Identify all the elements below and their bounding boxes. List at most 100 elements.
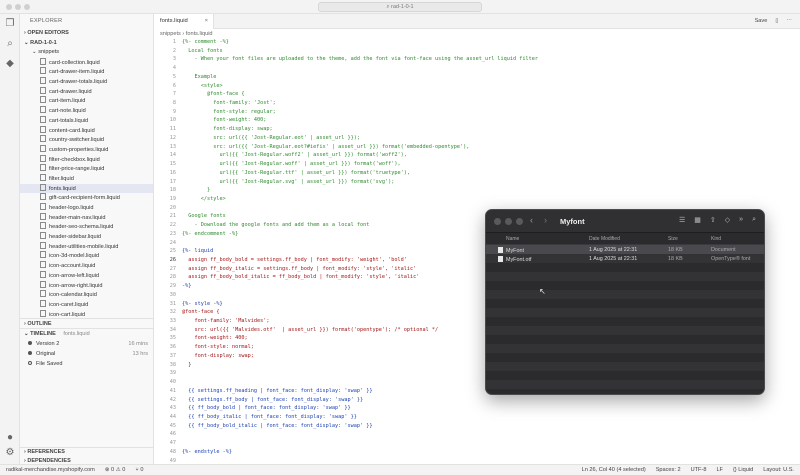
breadcrumb[interactable]: snippets › fonts.liquid bbox=[154, 29, 800, 39]
code-line[interactable]: url({{ 'Jost-Regular.woff2' | asset_url … bbox=[182, 152, 406, 158]
code-line[interactable]: assign ff_body_bold = settings.ff_body |… bbox=[182, 257, 407, 263]
file-item[interactable]: cart-totals.liquid bbox=[20, 116, 153, 126]
timeline-item[interactable]: File Saved bbox=[20, 359, 154, 369]
file-item[interactable]: fonts.liquid bbox=[20, 183, 153, 194]
file-item[interactable]: header-sidebar.liquid bbox=[20, 232, 153, 242]
file-item[interactable]: icon-caret.liquid bbox=[20, 300, 153, 310]
code-line[interactable]: </style> bbox=[182, 196, 226, 202]
file-item[interactable]: cart-drawer.liquid bbox=[20, 87, 153, 97]
code-line[interactable]: font-family: 'Malvides'; bbox=[182, 318, 269, 324]
back-icon[interactable]: ‹ bbox=[530, 215, 533, 225]
more-actions-icon[interactable]: ⋯ bbox=[786, 14, 792, 29]
code-line[interactable]: font-weight: 400; bbox=[182, 335, 247, 341]
search-icon[interactable]: ⌕ bbox=[752, 216, 756, 224]
code-line[interactable]: font-family: 'Jost'; bbox=[182, 100, 275, 106]
code-line[interactable]: Google fonts bbox=[182, 213, 226, 219]
gear-icon[interactable]: ⚙ bbox=[4, 447, 16, 459]
indentation[interactable]: Spaces: 2 bbox=[656, 465, 681, 475]
code-line[interactable]: url({{ 'Jost-Regular.woff' | asset_url }… bbox=[182, 161, 400, 167]
code-line[interactable]: Local fonts bbox=[182, 48, 222, 54]
share-icon[interactable]: ⇧ bbox=[710, 216, 716, 224]
column-size[interactable]: Size bbox=[668, 236, 678, 242]
command-center-search[interactable]: ⌕ rad-1-0-1 bbox=[318, 2, 482, 12]
column-name[interactable]: Name bbox=[506, 236, 519, 242]
code-line[interactable]: - When your font files are uploaded to t… bbox=[182, 56, 538, 62]
code-line[interactable]: Example bbox=[182, 74, 216, 80]
references-section[interactable]: › REFERENCES bbox=[20, 448, 154, 457]
open-editors-section[interactable]: › OPEN EDITORS bbox=[20, 28, 153, 38]
group-icon[interactable]: ▦ bbox=[694, 216, 701, 224]
code-line[interactable]: <style> bbox=[182, 83, 223, 89]
code-line[interactable]: {%- endstyle -%} bbox=[182, 449, 232, 455]
keyboard-layout[interactable]: Layout: U.S. bbox=[763, 465, 794, 475]
window-controls[interactable] bbox=[6, 4, 30, 10]
file-item[interactable]: icon-account.liquid bbox=[20, 261, 153, 271]
problems-indicator[interactable]: ⊗ 0 ⚠ 0 bbox=[105, 465, 126, 475]
file-item[interactable]: icon-arrow-right.liquid bbox=[20, 281, 153, 291]
code-line[interactable]: {%- style -%} bbox=[182, 301, 223, 307]
code-line[interactable]: {{ settings.ff_body | font_face: font_di… bbox=[182, 397, 363, 403]
finder-window-controls[interactable] bbox=[494, 218, 523, 225]
cursor-position[interactable]: Ln 26, Col 40 (4 selected) bbox=[582, 465, 646, 475]
code-line[interactable]: {{ settings.ff_heading | font_face: font… bbox=[182, 388, 372, 394]
tab-fonts-liquid[interactable]: fonts.liquid × bbox=[154, 14, 214, 29]
code-line[interactable]: {{ ff_body_italic | font_face: font_disp… bbox=[182, 414, 357, 420]
code-line[interactable]: {%- comment -%} bbox=[182, 39, 229, 45]
file-item[interactable]: filter-checkbox.liquid bbox=[20, 155, 153, 165]
code-line[interactable]: src: url({{ 'Jost-Regular.eot?#iefix' | … bbox=[182, 144, 469, 150]
search-icon[interactable]: ⌕ bbox=[4, 38, 16, 50]
language-mode[interactable]: {} Liquid bbox=[733, 465, 753, 475]
code-line[interactable]: - Download the google fonts and add them… bbox=[182, 222, 369, 228]
file-item[interactable]: cart-drawer-totals.liquid bbox=[20, 77, 153, 87]
file-item[interactable]: filter.liquid bbox=[20, 174, 153, 184]
code-line[interactable]: assign ff_body_italic = settings.ff_body… bbox=[182, 266, 416, 272]
accounts-icon[interactable]: ● bbox=[4, 432, 16, 444]
column-date[interactable]: Date Modified bbox=[589, 236, 620, 242]
encoding[interactable]: UTF-8 bbox=[691, 465, 707, 475]
file-item[interactable]: header-main-nav.liquid bbox=[20, 213, 153, 223]
code-line[interactable]: -%} bbox=[182, 283, 191, 289]
file-item[interactable]: gift-card-recipient-form.liquid bbox=[20, 193, 153, 203]
code-line[interactable]: src: url({{ 'Malvides.otf' | asset_url }… bbox=[182, 327, 438, 333]
folder-snippets[interactable]: ⌄ snippets bbox=[20, 48, 153, 58]
code-line[interactable]: font-display: swap; bbox=[182, 353, 253, 359]
save-button[interactable]: Save bbox=[755, 14, 768, 29]
file-item[interactable]: header-seo-schema.liquid bbox=[20, 222, 153, 232]
file-item[interactable]: cart-item.liquid bbox=[20, 96, 153, 106]
code-line[interactable]: {%- endcomment -%} bbox=[182, 231, 238, 237]
file-item[interactable]: header-logo.liquid bbox=[20, 203, 153, 213]
finder-file-row[interactable]: MyFont 1 Aug 2025 at 22:31 18 KB Document bbox=[486, 245, 764, 254]
timeline-section[interactable]: ⌄ TIMELINE fonts.liquid bbox=[20, 329, 154, 339]
project-root[interactable]: ⌄ RAD-1-0-1 bbox=[20, 38, 153, 48]
file-item[interactable]: icon-3d-model.liquid bbox=[20, 251, 153, 261]
code-line[interactable]: @font-face { bbox=[182, 91, 244, 97]
column-kind[interactable]: Kind bbox=[711, 236, 721, 242]
ports-indicator[interactable]: ⑂ 0 bbox=[135, 465, 143, 475]
more-icon[interactable]: » bbox=[739, 216, 743, 224]
code-line[interactable]: {%- liquid bbox=[182, 248, 213, 254]
shopify-icon[interactable]: ◆ bbox=[4, 58, 16, 70]
code-line[interactable]: } bbox=[182, 362, 191, 368]
explorer-icon[interactable]: ❐ bbox=[4, 18, 16, 30]
file-item[interactable]: custom-properties.liquid bbox=[20, 145, 153, 155]
file-item[interactable]: cart-note.liquid bbox=[20, 106, 153, 116]
forward-icon[interactable]: › bbox=[544, 215, 547, 225]
code-line[interactable]: font-display: swap; bbox=[182, 126, 272, 132]
code-line[interactable]: {{ ff_body_bold | font_face: font_displa… bbox=[182, 405, 350, 411]
split-editor-icon[interactable]: ▯ bbox=[775, 14, 778, 29]
code-line[interactable]: font-weight: 400; bbox=[182, 117, 266, 123]
file-item[interactable]: card-collection.liquid bbox=[20, 58, 153, 68]
file-item[interactable]: header-utilities-mobile.liquid bbox=[20, 242, 153, 252]
file-item[interactable]: content-card.liquid bbox=[20, 126, 153, 136]
end-of-line[interactable]: LF bbox=[716, 465, 723, 475]
timeline-item[interactable]: Original 13 hrs bbox=[20, 349, 154, 359]
code-line[interactable]: {{ ff_body_bold_italic | font_face: font… bbox=[182, 423, 372, 429]
file-item[interactable]: icon-calendar.liquid bbox=[20, 290, 153, 300]
file-item[interactable]: icon-arrow-left.liquid bbox=[20, 271, 153, 281]
remote-indicator[interactable]: radikal-merchandise.myshopify.com bbox=[6, 465, 95, 475]
code-line[interactable]: url({{ 'Jost-Regular.ttf' | asset_url }}… bbox=[182, 170, 410, 176]
code-line[interactable]: @font-face { bbox=[182, 309, 219, 315]
code-line[interactable]: src: url({{ 'Jost-Regular.eot' | asset_u… bbox=[182, 135, 360, 141]
code-line[interactable]: } bbox=[182, 187, 210, 193]
code-line[interactable]: font-style: normal; bbox=[182, 344, 253, 350]
